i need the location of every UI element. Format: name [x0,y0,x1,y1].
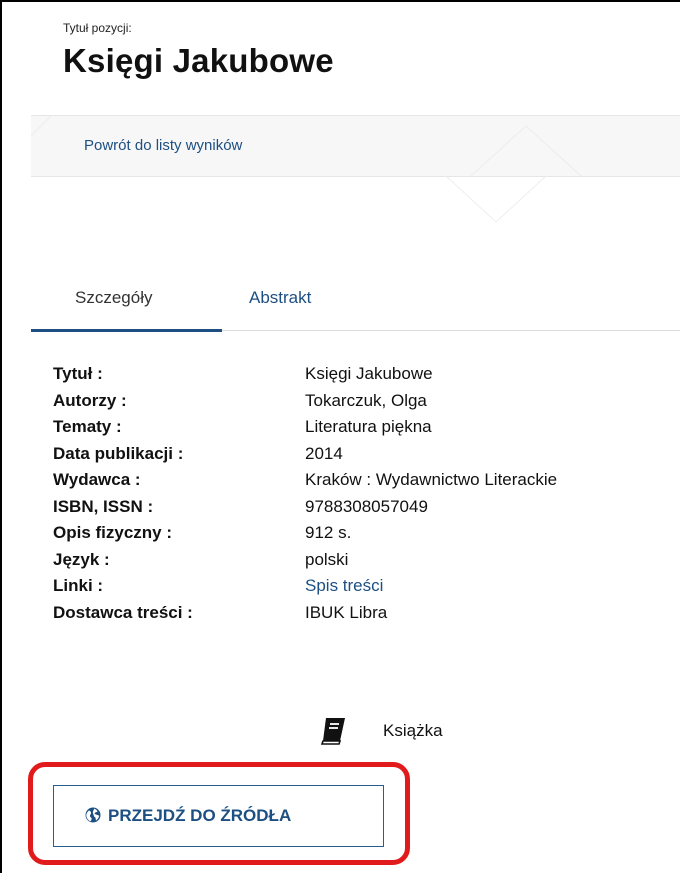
detail-value: polski [305,549,349,569]
detail-label: Opis fizyczny : [53,523,173,542]
go-to-source-label: PRZEJDŹ DO ŹRÓDŁA [108,806,292,825]
book-icon [320,718,345,745]
detail-value: 2014 [305,443,343,463]
item-type-label: Książka [383,721,443,740]
back-to-results-link[interactable]: Powrót do listy wyników [84,137,242,154]
page-title: Księgi Jakubowe [63,42,334,79]
title-caption: Tytuł pozycji: [63,21,132,35]
detail-label: Linki : [53,576,104,595]
detail-value: Literatura piękna [305,417,432,436]
go-to-source-content: PRZEJDŹ DO ŹRÓDŁA [85,806,291,826]
globe-icon [85,807,101,823]
tab-abstract[interactable]: Abstrakt [249,288,311,308]
active-tab-indicator [31,329,222,332]
detail-label: Tytuł : [53,364,103,383]
detail-value: Tokarczuk, Olga [305,390,427,410]
detail-value: 912 s. [305,523,352,542]
go-to-source-button[interactable]: PRZEJDŹ DO ŹRÓDŁA [53,785,384,847]
detail-label: Tematy : [53,417,122,436]
detail-value: Księgi Jakubowe [305,364,433,383]
detail-label: ISBN, ISSN : [53,496,154,516]
detail-value: Kraków : Wydawnictwo Literackie [305,470,558,489]
tab-details[interactable]: Szczegóły [75,288,152,308]
detail-label: Autorzy : [53,390,127,410]
detail-tabs: Szczegóły Abstrakt [31,278,680,332]
detail-label: Wydawca : [53,470,141,489]
back-navigation-bar: Powrót do listy wyników [31,115,680,177]
detail-value: IBUK Libra [305,602,388,622]
background-decoration-lower [445,176,547,223]
detail-value: 9788308057049 [305,496,428,516]
detail-label: Dostawca treści : [53,602,193,622]
table-of-contents-link[interactable]: Spis treści [305,574,383,598]
detail-label: Data publikacji : [53,443,184,463]
detail-label: Język : [53,549,110,569]
